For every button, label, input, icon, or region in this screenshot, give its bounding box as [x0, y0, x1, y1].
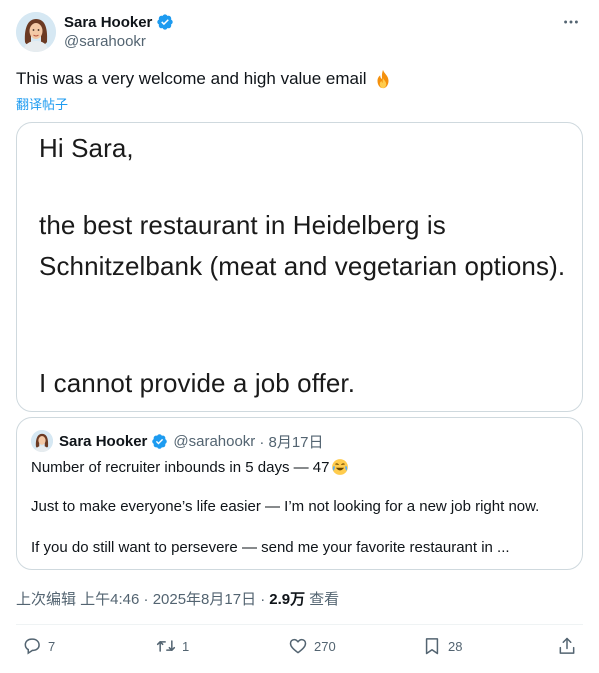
reply-count: 7	[48, 638, 56, 654]
repost-button[interactable]: 1	[156, 636, 189, 656]
quoted-text-line: Just to make everyone’s life easier — I’…	[31, 498, 540, 515]
laughing-emoji-icon	[331, 458, 349, 476]
tweet-text: This was a very welcome and high value e…	[16, 69, 367, 88]
edited-timestamp[interactable]: 上次编辑 上午4:46 · 2025年8月17日 ·	[16, 588, 265, 609]
bookmark-count: 28	[448, 638, 463, 654]
translate-post-link[interactable]: 翻译帖子	[16, 94, 68, 113]
divider	[16, 624, 583, 625]
tweet-header: Sara Hooker @sarahookr	[16, 10, 583, 54]
views-label: 查看	[309, 591, 340, 608]
tweet-meta: 上次编辑 上午4:46 · 2025年8月17日 · 2.9万 查看	[16, 588, 339, 609]
bookmark-icon	[425, 638, 439, 655]
quoted-avatar	[31, 430, 53, 452]
quoted-text-row: Number of recruiter inbounds in 5 days —…	[31, 458, 349, 476]
verified-badge-icon	[151, 433, 169, 451]
quoted-date: · 8月17日	[259, 434, 324, 451]
action-bar: 7 1 270 28	[16, 628, 583, 668]
repost-icon	[156, 640, 176, 652]
verified-badge-icon[interactable]	[156, 13, 174, 31]
bookmark-button[interactable]: 28	[422, 636, 462, 656]
author-handle[interactable]: @sarahookr	[64, 33, 146, 50]
heart-icon	[289, 638, 307, 654]
like-count: 270	[314, 638, 336, 654]
share-button[interactable]	[557, 636, 577, 656]
share-icon	[559, 637, 575, 654]
email-line: the best restaurant in Heidelberg is	[39, 210, 446, 240]
email-line: Schnitzelbank (meat and vegetarian optio…	[39, 251, 566, 281]
tweet-text-row: This was a very welcome and high value e…	[16, 68, 394, 90]
repost-count: 1	[182, 638, 190, 654]
author-name[interactable]: Sara Hooker	[64, 14, 152, 31]
reply-button[interactable]: 7	[22, 636, 55, 656]
email-line: I cannot provide a job offer.	[39, 368, 356, 398]
quoted-author-handle: @sarahookr	[173, 433, 256, 450]
like-button[interactable]: 270	[288, 636, 336, 656]
email-screenshot-image[interactable]: Hi Sara, the best restaurant in Heidelbe…	[16, 122, 583, 412]
more-options-icon[interactable]	[561, 12, 581, 32]
quoted-author-name: Sara Hooker	[59, 433, 148, 450]
reply-icon	[24, 638, 40, 655]
quoted-tweet[interactable]: Sara Hooker @sarahookr · 8月17日 Number of…	[16, 417, 583, 570]
avatar[interactable]	[16, 12, 56, 52]
quoted-text-line: Number of recruiter inbounds in 5 days —…	[31, 458, 330, 476]
quoted-text-line: If you do still want to persevere — send…	[31, 539, 510, 556]
fire-emoji-icon	[372, 68, 394, 90]
email-greeting: Hi Sara,	[39, 133, 134, 163]
views-count: 2.9万	[269, 591, 306, 608]
